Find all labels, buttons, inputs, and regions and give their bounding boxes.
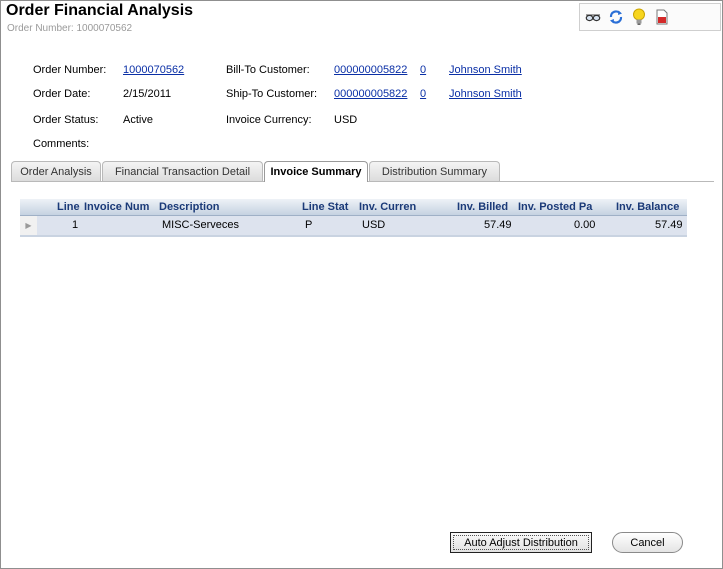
bill-to-sub-link[interactable]: 0 bbox=[420, 64, 426, 76]
invoice-currency-label: Invoice Currency: bbox=[226, 114, 312, 126]
column-header-inv-billed[interactable]: Inv. Billed bbox=[457, 201, 508, 213]
comments-label: Comments: bbox=[33, 138, 90, 150]
order-status-value: Active bbox=[123, 114, 153, 126]
auto-adjust-distribution-button[interactable]: Auto Adjust Distribution bbox=[450, 532, 592, 553]
order-number-link[interactable]: 1000070562 bbox=[123, 64, 184, 76]
cancel-button[interactable]: Cancel bbox=[612, 532, 683, 553]
glasses-icon[interactable] bbox=[584, 8, 602, 26]
invoice-currency-value: USD bbox=[334, 114, 358, 126]
bill-to-label: Bill-To Customer: bbox=[226, 64, 310, 76]
bill-to-name-link[interactable]: Johnson Smith bbox=[449, 64, 522, 76]
cell-inv-posted: 0.00 bbox=[574, 219, 596, 231]
grid-header: Line Invoice Num Description Line Stat I… bbox=[20, 199, 687, 216]
ship-to-label: Ship-To Customer: bbox=[226, 88, 318, 100]
cell-inv-billed: 57.49 bbox=[484, 219, 512, 231]
column-header-inv-currency[interactable]: Inv. Curren bbox=[359, 201, 416, 213]
order-date-label: Order Date: bbox=[33, 88, 91, 100]
lightbulb-icon[interactable] bbox=[630, 8, 648, 26]
cell-line-stat: P bbox=[305, 219, 313, 231]
cell-inv-balance: 57.49 bbox=[655, 219, 683, 231]
tab-order-analysis[interactable]: Order Analysis bbox=[11, 161, 101, 181]
tab-distribution-summary[interactable]: Distribution Summary bbox=[369, 161, 500, 181]
column-header-inv-posted[interactable]: Inv. Posted Pa bbox=[518, 201, 592, 213]
order-date-value: 2/15/2011 bbox=[123, 88, 172, 100]
table-row[interactable]: ▶ 1 MISC-Serveces P USD 57.49 0.00 57.49 bbox=[20, 216, 687, 235]
column-header-description[interactable]: Description bbox=[159, 201, 220, 213]
refresh-icon[interactable] bbox=[607, 8, 625, 26]
tab-invoice-summary[interactable]: Invoice Summary bbox=[264, 161, 368, 182]
order-status-label: Order Status: bbox=[33, 114, 99, 126]
tab-financial-transaction-detail[interactable]: Financial Transaction Detail bbox=[102, 161, 263, 181]
ship-to-id-link[interactable]: 000000005822 bbox=[334, 88, 407, 100]
page-title: Order Financial Analysis bbox=[6, 2, 194, 19]
ship-to-name-link[interactable]: Johnson Smith bbox=[449, 88, 522, 100]
bill-to-id-link[interactable]: 000000005822 bbox=[334, 64, 407, 76]
order-number-label: Order Number: bbox=[33, 64, 107, 76]
column-header-line-stat[interactable]: Line Stat bbox=[302, 201, 348, 213]
column-header-inv-balance[interactable]: Inv. Balance bbox=[616, 201, 679, 213]
page-subtitle: Order Number: 1000070562 bbox=[7, 23, 133, 34]
invoice-summary-grid: Line Invoice Num Description Line Stat I… bbox=[20, 199, 687, 237]
grid-bottom-border bbox=[20, 235, 687, 237]
cell-line: 1 bbox=[72, 219, 79, 231]
row-selector-icon[interactable]: ▶ bbox=[20, 216, 37, 235]
ship-to-sub-link[interactable]: 0 bbox=[420, 88, 426, 100]
cell-description: MISC-Serveces bbox=[162, 219, 240, 231]
dialog-window: Order Financial Analysis Order Number: 1… bbox=[0, 0, 723, 569]
cell-inv-currency: USD bbox=[362, 219, 386, 231]
pdf-report-icon[interactable] bbox=[653, 8, 671, 26]
column-header-invoice-num[interactable]: Invoice Num bbox=[84, 201, 149, 213]
column-header-line[interactable]: Line bbox=[57, 201, 80, 213]
toolbar bbox=[579, 3, 721, 31]
